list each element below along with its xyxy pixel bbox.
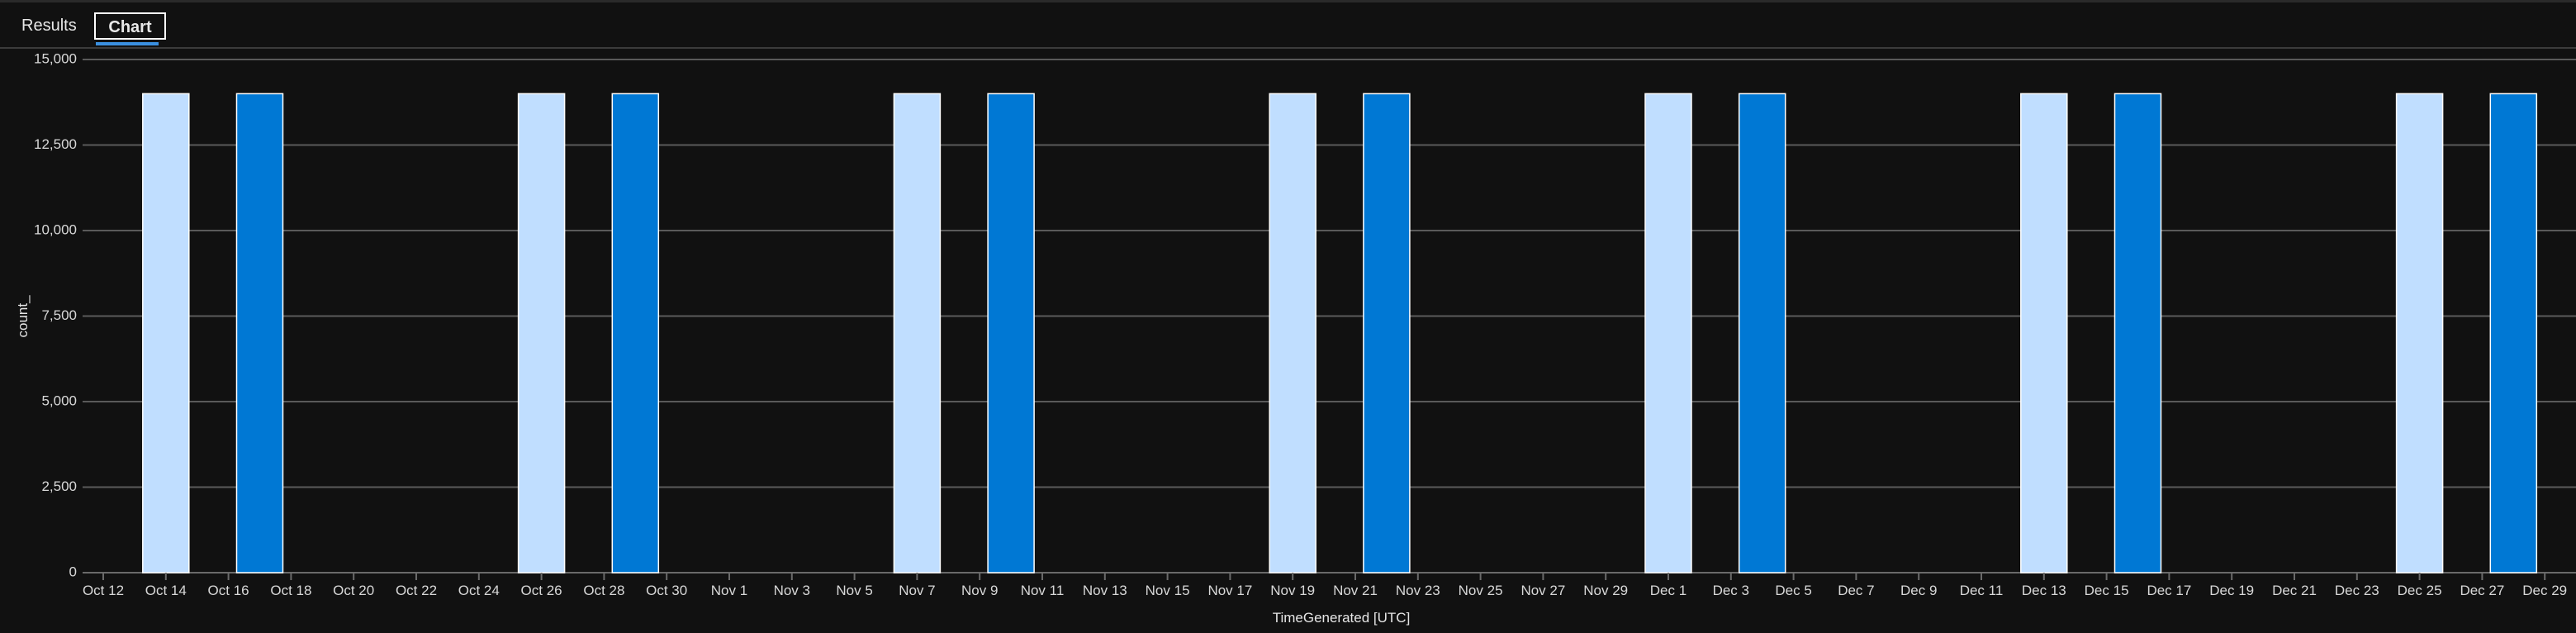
x-tick-label: Dec 3	[1713, 583, 1749, 598]
x-tick-label: Oct 16	[208, 583, 249, 598]
y-axis: 0 2,500 5,000 7,500 10,000 12,500 15,000	[34, 50, 77, 579]
y-tick-label: 5,000	[41, 393, 77, 408]
x-tick-label: Oct 22	[396, 583, 437, 598]
y-tick-label: 2,500	[41, 478, 77, 494]
x-tick-label: Nov 29	[1583, 583, 1628, 598]
x-tick-label: Oct 30	[646, 583, 687, 598]
x-tick-label: Nov 19	[1270, 583, 1315, 598]
x-tick-label: Dec 1	[1650, 583, 1686, 598]
x-tick-label: Dec 27	[2460, 583, 2504, 598]
x-tick-label: Dec 7	[1838, 583, 1874, 598]
x-tick-label: Nov 11	[1021, 583, 1065, 598]
bar-series-dark[interactable]	[2489, 93, 2538, 574]
x-tick-label: Dec 23	[2335, 583, 2379, 598]
bar-series-dark[interactable]	[987, 93, 1035, 574]
bar-series-dark[interactable]	[1363, 93, 1411, 574]
x-tick-label: Nov 17	[1207, 583, 1252, 598]
x-axis-title: TimeGenerated [UTC]	[1273, 610, 1411, 626]
x-tick-label: Oct 28	[583, 583, 624, 598]
x-tick-label: Dec 13	[2022, 583, 2066, 598]
bar-series-dark[interactable]	[235, 93, 284, 574]
bar-series-light[interactable]	[1644, 93, 1692, 574]
bar-series-light[interactable]	[2020, 93, 2068, 574]
x-tick-label: Oct 18	[270, 583, 311, 598]
x-tick-label: Oct 14	[145, 583, 187, 598]
x-tick-label: Nov 15	[1146, 583, 1190, 598]
bar-series-light[interactable]	[2395, 93, 2444, 574]
x-tick-label: Dec 29	[2522, 583, 2567, 598]
x-tick-label: Nov 5	[836, 583, 872, 598]
y-tick-label: 0	[69, 564, 77, 579]
bar-series-dark[interactable]	[2113, 93, 2162, 574]
gridlines	[83, 59, 2576, 574]
x-axis: Oct 12 Oct 14 Oct 16 Oct 18 Oct 20 Oct 22 Oct …	[83, 573, 2567, 598]
x-tick-label: Nov 21	[1333, 583, 1378, 598]
x-tick-label: Nov 1	[711, 583, 747, 598]
x-tick-label: Dec 17	[2147, 583, 2191, 598]
bar-series-light[interactable]	[893, 93, 942, 574]
x-tick-label: Nov 23	[1396, 583, 1440, 598]
x-tick-label: Dec 15	[2085, 583, 2129, 598]
x-tick-label: Dec 19	[2209, 583, 2254, 598]
x-tick-label: Nov 7	[899, 583, 935, 598]
bars	[142, 93, 2538, 574]
x-tick-label: Oct 26	[521, 583, 562, 598]
y-tick-label: 12,500	[34, 136, 77, 152]
bar-chart: Oct 12 Oct 14 Oct 16 Oct 18 Oct 20 Oct 22 Oct …	[15, 50, 2576, 626]
y-tick-label: 7,500	[41, 307, 77, 323]
bar-series-light[interactable]	[142, 93, 190, 574]
x-tick-label: Oct 12	[83, 583, 124, 598]
y-axis-title: count_	[15, 295, 31, 338]
bar-series-light[interactable]	[517, 93, 566, 574]
y-tick-label: 15,000	[34, 50, 77, 66]
bar-series-light[interactable]	[1269, 93, 1316, 574]
x-tick-label: Nov 13	[1083, 583, 1127, 598]
x-tick-label: Nov 27	[1520, 583, 1565, 598]
bar-series-dark[interactable]	[611, 93, 660, 574]
x-tick-label: Dec 11	[1960, 583, 2004, 598]
x-tick-label: Nov 9	[961, 583, 998, 598]
x-tick-label: Oct 24	[458, 583, 500, 598]
x-tick-label: Nov 25	[1459, 583, 1503, 598]
x-tick-label: Nov 3	[774, 583, 810, 598]
x-tick-label: Dec 9	[1900, 583, 1937, 598]
x-tick-label: Oct 20	[333, 583, 374, 598]
x-tick-label: Dec 25	[2398, 583, 2442, 598]
x-tick-label: Dec 21	[2272, 583, 2317, 598]
x-tick-label: Dec 5	[1775, 583, 1811, 598]
bar-series-dark[interactable]	[1738, 93, 1786, 574]
y-tick-label: 10,000	[34, 221, 77, 237]
